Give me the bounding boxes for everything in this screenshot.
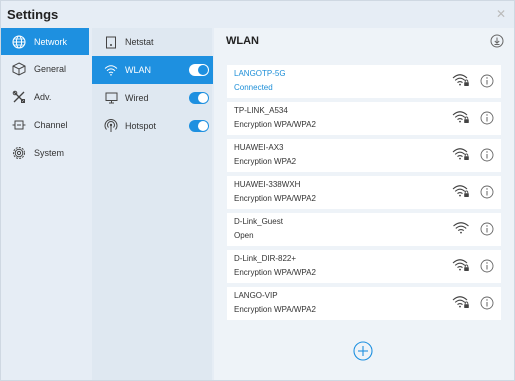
- wifi-status: Encryption WPA2: [234, 157, 297, 166]
- info-icon[interactable]: [480, 148, 494, 167]
- wifi-ssid: D-Link_Guest: [234, 217, 283, 226]
- globe-icon: [11, 34, 27, 50]
- sub-nav: Netstat WLAN Wired Hotspot: [92, 28, 213, 380]
- hotspot-icon: [104, 119, 118, 133]
- nav-item-system[interactable]: System: [1, 139, 89, 166]
- wifi-lock-icon: [452, 184, 470, 203]
- wifi-network-row[interactable]: D-Link_Guest Open: [227, 213, 501, 246]
- wifi-ssid: D-Link_DIR-822+: [234, 254, 297, 263]
- wifi-ssid: LANGOTP-5G: [234, 69, 286, 78]
- tools-icon: [11, 89, 27, 105]
- settings-window: Settings ✕ Network General Adv. Channel …: [0, 0, 515, 381]
- wifi-network-row[interactable]: HUAWEI-AX3 Encryption WPA2: [227, 139, 501, 172]
- info-icon[interactable]: [480, 296, 494, 315]
- wifi-lock-icon: [452, 295, 470, 314]
- nav-item-label: Network: [34, 36, 68, 47]
- wifi-status: Encryption WPA/WPA2: [234, 194, 316, 203]
- nav-item-label: General: [34, 63, 67, 74]
- sub-nav-label: WLAN: [125, 65, 152, 75]
- sub-nav-item-wlan[interactable]: WLAN: [92, 56, 213, 84]
- download-icon[interactable]: [490, 34, 504, 53]
- wifi-lock-icon: [452, 258, 470, 277]
- wifi-status: Open: [234, 231, 254, 240]
- page-title: WLAN: [226, 35, 259, 47]
- sub-nav-item-netstat[interactable]: Netstat: [92, 28, 213, 56]
- info-icon[interactable]: [480, 259, 494, 278]
- wifi-status: Encryption WPA/WPA2: [234, 305, 316, 314]
- wired-toggle[interactable]: [189, 92, 209, 104]
- wifi-network-row[interactable]: LANGOTP-5G Connected: [227, 65, 501, 98]
- sub-nav-label: Hotspot: [125, 121, 157, 131]
- sub-nav-item-wired[interactable]: Wired: [92, 84, 213, 112]
- nav-item-network[interactable]: Network: [1, 28, 89, 55]
- wifi-network-row[interactable]: HUAWEI-338WXH Encryption WPA/WPA2: [227, 176, 501, 209]
- nav-item-general[interactable]: General: [1, 55, 89, 82]
- wifi-ssid: HUAWEI-AX3: [234, 143, 284, 152]
- hotspot-toggle[interactable]: [189, 120, 209, 132]
- title-bar: Settings ✕: [1, 1, 514, 28]
- nav-item-label: Adv.: [34, 91, 52, 102]
- wifi-network-row[interactable]: D-Link_DIR-822+ Encryption WPA/WPA2: [227, 250, 501, 283]
- nav-item-label: System: [34, 147, 65, 158]
- close-icon[interactable]: ✕: [496, 7, 506, 21]
- wifi-ssid: TP-LINK_A534: [234, 106, 288, 115]
- wifi-ssid: LANGO-VIP: [234, 291, 278, 300]
- wifi-icon: [104, 63, 118, 77]
- sub-nav-label: Wired: [125, 93, 149, 103]
- window-title: Settings: [7, 7, 59, 22]
- wifi-status: Connected: [234, 83, 273, 92]
- wifi-lock-icon: [452, 73, 470, 92]
- gear-icon: [11, 145, 27, 161]
- info-icon[interactable]: [480, 185, 494, 204]
- nav-item-channel[interactable]: Channel: [1, 111, 89, 138]
- monitor-icon: [104, 91, 118, 105]
- wifi-status: Encryption WPA/WPA2: [234, 120, 316, 129]
- wifi-network-row[interactable]: TP-LINK_A534 Encryption WPA/WPA2: [227, 102, 501, 135]
- main-nav: Network General Adv. Channel System: [1, 28, 89, 380]
- info-icon[interactable]: [480, 74, 494, 93]
- wifi-status: Encryption WPA/WPA2: [234, 268, 316, 277]
- channel-icon: [11, 117, 27, 133]
- netstat-icon: [104, 35, 118, 49]
- wifi-ssid: HUAWEI-338WXH: [234, 180, 301, 189]
- nav-item-adv[interactable]: Adv.: [1, 83, 89, 110]
- wifi-network-row[interactable]: LANGO-VIP Encryption WPA/WPA2: [227, 287, 501, 320]
- info-icon[interactable]: [480, 222, 494, 241]
- wlan-header: WLAN: [214, 28, 514, 56]
- cube-icon: [11, 61, 27, 77]
- sub-nav-item-hotspot[interactable]: Hotspot: [92, 112, 213, 140]
- wifi-signal-icon: [452, 221, 470, 240]
- nav-item-label: Channel: [34, 119, 68, 130]
- sub-nav-label: Netstat: [125, 37, 154, 47]
- wlan-toggle[interactable]: [189, 64, 209, 76]
- info-icon[interactable]: [480, 111, 494, 130]
- wifi-lock-icon: [452, 110, 470, 129]
- wlan-panel: WLAN LANGOTP-5G Connected TP-LINK_A534 Encr…: [214, 28, 514, 380]
- add-network-button[interactable]: [353, 341, 373, 366]
- wifi-lock-icon: [452, 147, 470, 166]
